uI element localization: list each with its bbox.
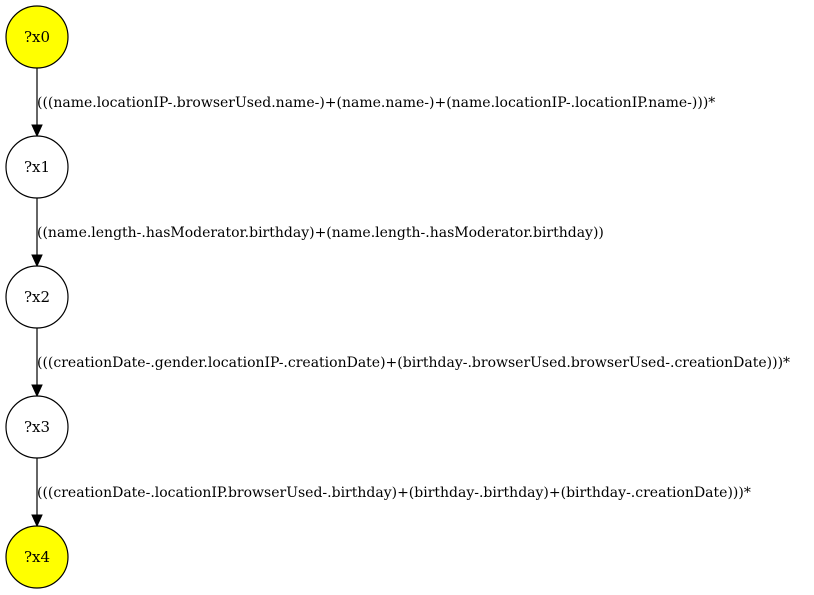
node-label: ?x4 xyxy=(24,548,50,566)
node-label: ?x1 xyxy=(24,158,50,176)
node-label: ?x0 xyxy=(24,28,50,46)
edge-label: (((name.locationIP-.browserUsed.name-)+(… xyxy=(37,95,715,111)
edge-label: (((creationDate-.gender.locationIP-.crea… xyxy=(37,355,790,371)
edges-layer: (((name.locationIP-.browserUsed.name-)+(… xyxy=(31,68,790,528)
arrowhead xyxy=(31,254,43,268)
node-x4: ?x4 xyxy=(5,525,69,589)
edge-x2-x3: (((creationDate-.gender.locationIP-.crea… xyxy=(31,328,790,398)
edge-x1-x2: ((name.length-.hasModerator.birthday)+(n… xyxy=(31,198,604,268)
node-x2: ?x2 xyxy=(5,265,69,329)
arrowhead xyxy=(31,514,43,528)
edge-label: ((name.length-.hasModerator.birthday)+(n… xyxy=(37,225,604,241)
node-x3: ?x3 xyxy=(5,395,69,459)
edge-x3-x4: (((creationDate-.locationIP.browserUsed-… xyxy=(31,458,751,528)
edge-label: (((creationDate-.locationIP.browserUsed-… xyxy=(37,485,751,501)
arrowhead xyxy=(31,384,43,398)
arrowhead xyxy=(31,124,43,138)
node-label: ?x2 xyxy=(24,288,50,306)
node-x0: ?x0 xyxy=(5,5,69,69)
query-graph: (((name.locationIP-.browserUsed.name-)+(… xyxy=(5,5,790,589)
node-label: ?x3 xyxy=(24,418,50,436)
edge-x0-x1: (((name.locationIP-.browserUsed.name-)+(… xyxy=(31,68,715,138)
node-x1: ?x1 xyxy=(5,135,69,199)
